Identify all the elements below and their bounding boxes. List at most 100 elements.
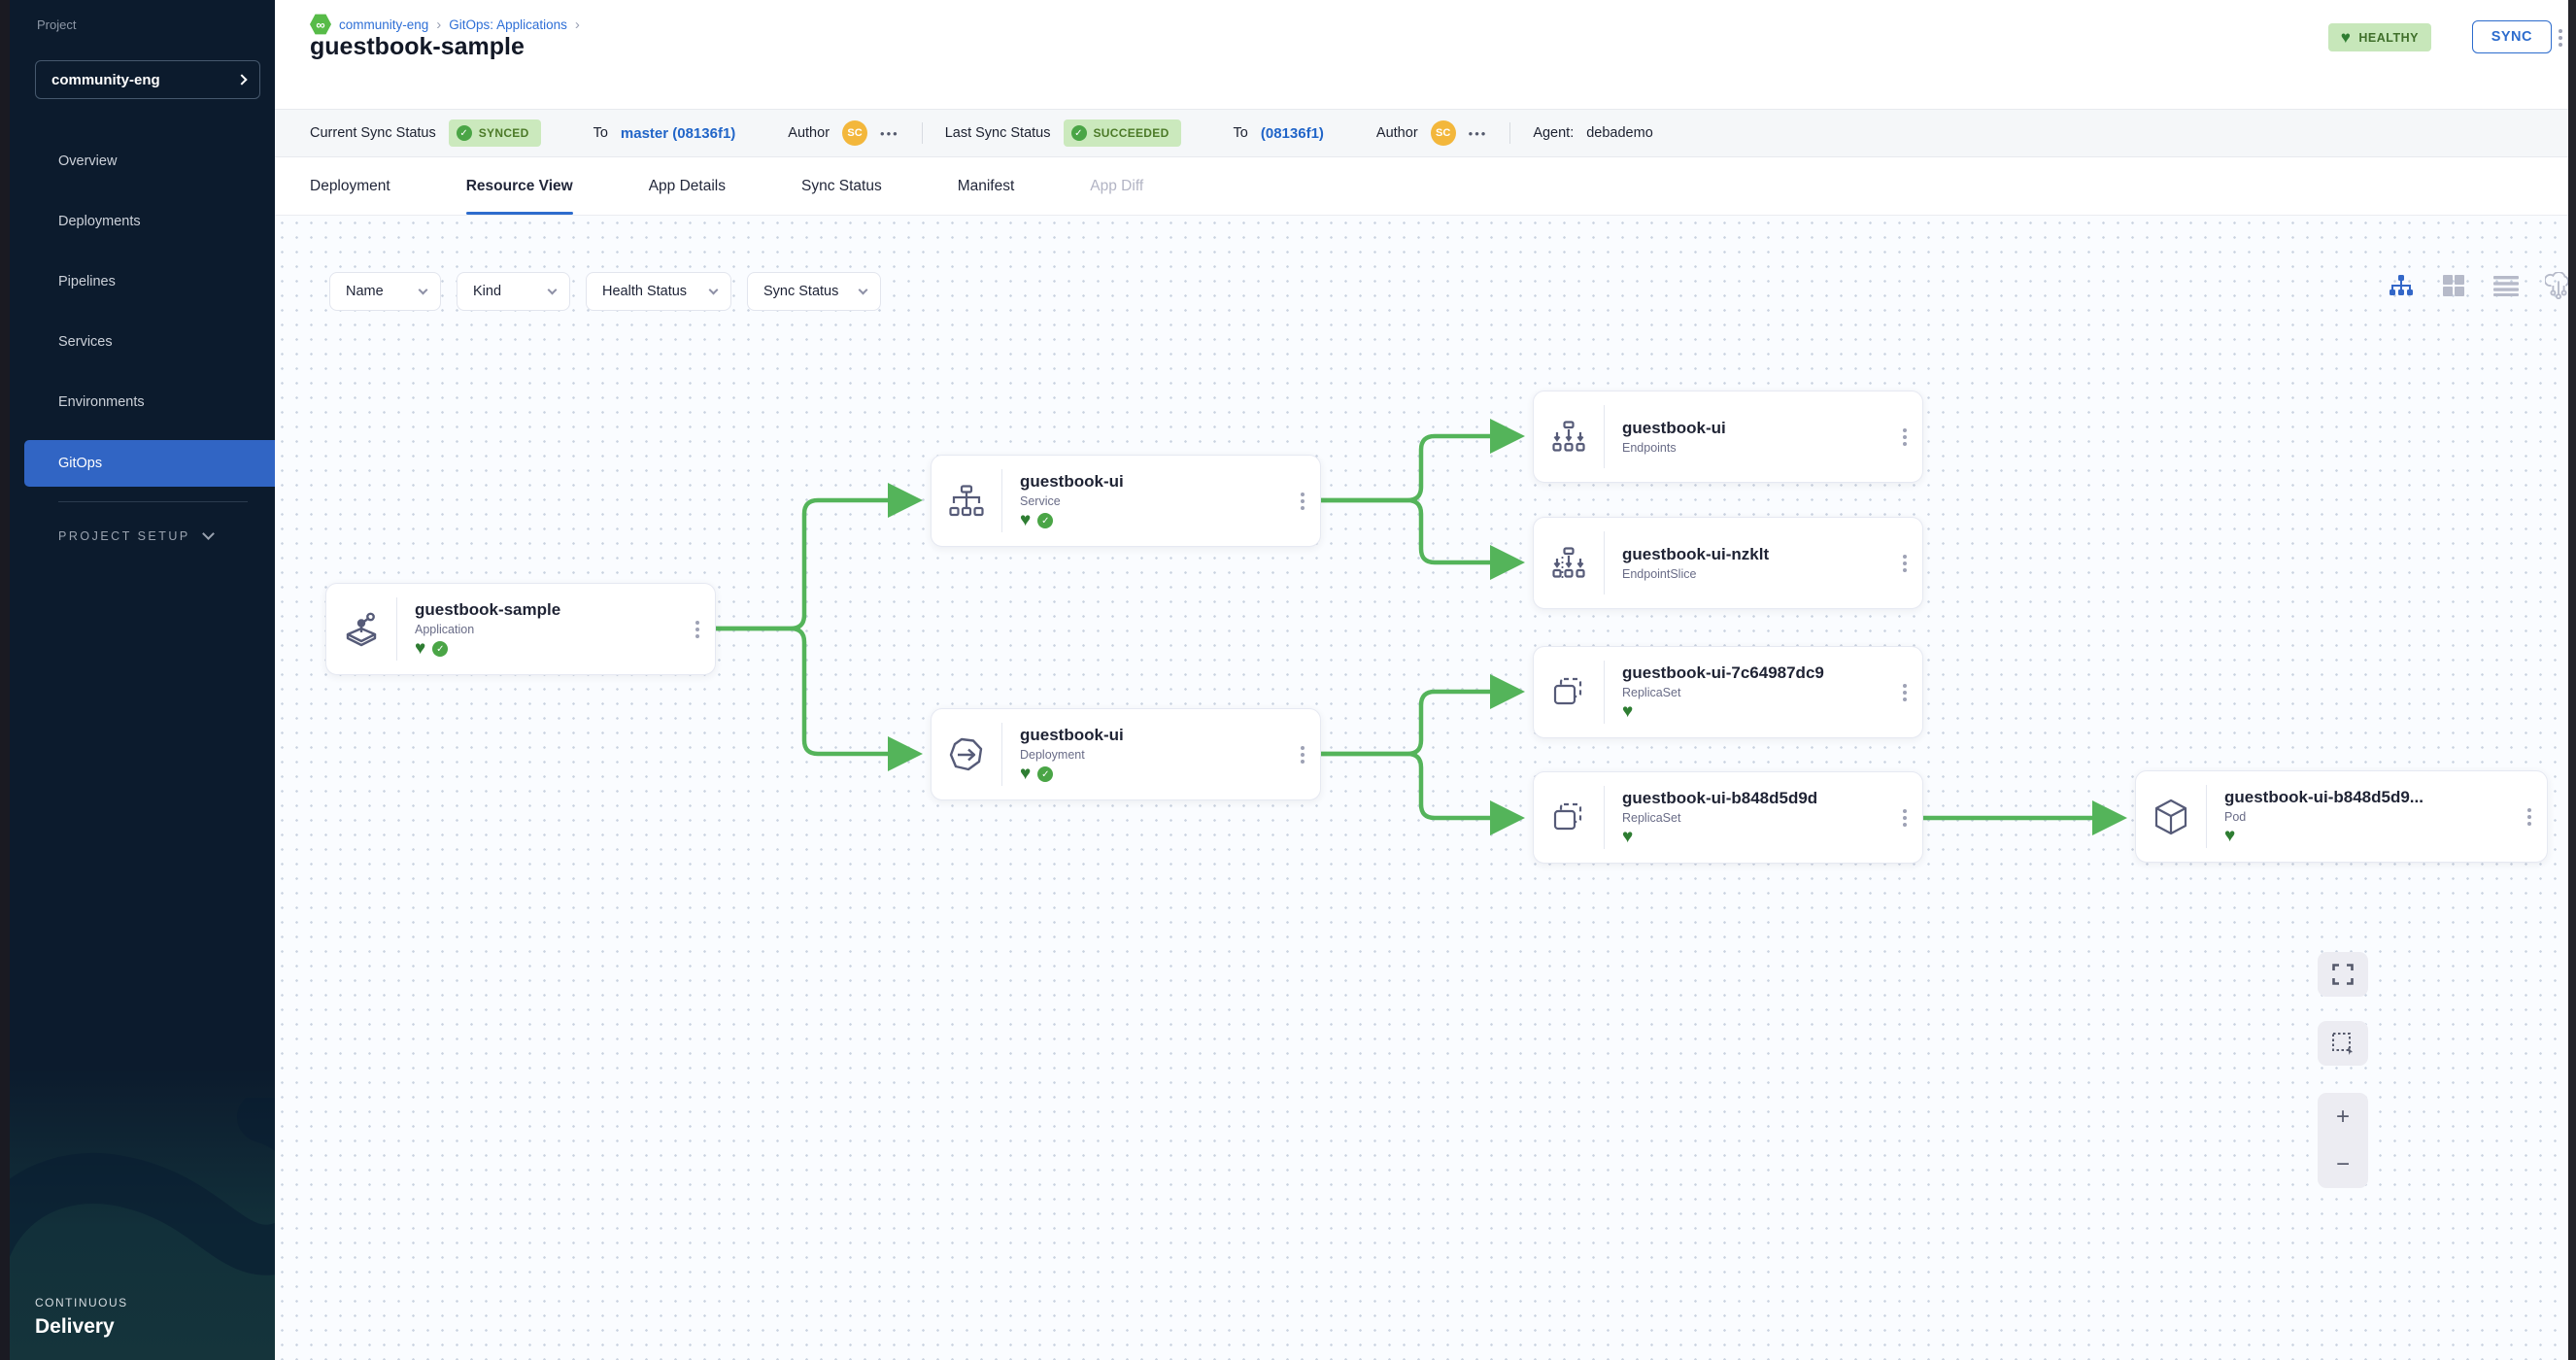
selection-mode-button[interactable] [2318, 1021, 2368, 1066]
app-menu-kebab-icon[interactable] [2555, 25, 2566, 51]
node-application-guestbook-sample[interactable]: guestbook-sample Application ♥✓ [325, 583, 716, 675]
node-menu-kebab-icon[interactable] [1297, 742, 1308, 767]
sidebar-item-gitops[interactable]: GitOps [24, 440, 275, 487]
sidebar-item-deployments[interactable]: Deployments [10, 191, 275, 252]
node-pod-guestbook-ui-b848d5d9[interactable]: guestbook-ui-b848d5d9... Pod ♥ [2135, 770, 2548, 863]
zoom-out-button[interactable]: − [2336, 1153, 2350, 1176]
node-deployment-guestbook-ui[interactable]: guestbook-ui Deployment ♥ ✓ [931, 708, 1321, 800]
grid-view-icon[interactable] [2440, 272, 2467, 299]
node-kind: ReplicaSet [1622, 811, 1817, 825]
scrollbar[interactable] [2568, 0, 2576, 1360]
filter-health-status-dropdown[interactable]: Health Status [586, 272, 731, 311]
node-kind: Service [1020, 494, 1124, 508]
node-endpointslice-guestbook-ui-nzklt[interactable]: guestbook-ui-nzklt EndpointSlice [1533, 517, 1923, 609]
current-revision-link[interactable]: master (08136f1) [621, 125, 735, 142]
chevron-down-icon [709, 286, 719, 295]
fullscreen-button[interactable] [2318, 952, 2368, 997]
project-label: Project [37, 17, 76, 32]
node-kind: Pod [2224, 810, 2423, 824]
tree-view-icon[interactable] [2388, 272, 2415, 299]
chevron-down-icon [859, 286, 868, 295]
module-footer: CONTINUOUS Delivery [10, 1069, 275, 1360]
project-setup-toggle[interactable]: PROJECT SETUP [58, 529, 213, 543]
module-name: Delivery [35, 1315, 115, 1339]
tab-resource-view[interactable]: Resource View [466, 157, 573, 215]
filter-kind-dropdown[interactable]: Kind [457, 272, 570, 311]
list-view-icon[interactable] [2492, 272, 2520, 299]
node-name: guestbook-ui [1020, 726, 1124, 745]
healthy-heart-icon: ♥ [1020, 767, 1031, 781]
zoom-in-button[interactable]: + [2336, 1105, 2350, 1129]
tab-deployment[interactable]: Deployment [310, 157, 390, 215]
project-selector[interactable]: community-eng [35, 60, 260, 99]
healthy-heart-icon: ♥ [1020, 514, 1031, 527]
application-icon [326, 612, 396, 647]
author-avatar[interactable]: SC [842, 120, 867, 146]
resource-tree-canvas[interactable]: Name Kind Health Status Sync Status [275, 216, 2568, 1360]
last-sync-label: Last Sync Status [945, 125, 1051, 141]
sidebar-nav: Overview Deployments Pipelines Services … [10, 131, 275, 494]
fullscreen-icon [2332, 964, 2354, 985]
node-menu-kebab-icon[interactable] [1899, 680, 1911, 705]
sidebar-item-overview[interactable]: Overview [10, 131, 275, 191]
divider [922, 122, 923, 144]
sidebar-item-environments[interactable]: Environments [10, 372, 275, 432]
view-toggle-group [2388, 272, 2568, 299]
node-kind: Application [415, 623, 560, 636]
endpoints-icon [1534, 421, 1604, 454]
gitops-infinity-icon: ∞ [310, 14, 331, 35]
filter-sync-status-dropdown[interactable]: Sync Status [747, 272, 881, 311]
tab-app-details[interactable]: App Details [649, 157, 726, 215]
author-label: Author [788, 125, 830, 141]
agent-label: Agent: [1533, 125, 1574, 141]
breadcrumb: ∞ community-eng › GitOps: Applications › [310, 14, 580, 35]
sidebar-item-pipelines[interactable]: Pipelines [10, 252, 275, 312]
node-endpoints-guestbook-ui[interactable]: guestbook-ui Endpoints [1533, 391, 1923, 483]
healthy-heart-icon: ♥ [1622, 705, 1633, 719]
marquee-select-icon [2331, 1032, 2355, 1055]
to-label: To [593, 125, 608, 141]
last-revision-link[interactable]: (08136f1) [1261, 125, 1324, 142]
divider [1509, 122, 1510, 144]
node-replicaset-guestbook-ui-b848d5d9d[interactable]: guestbook-ui-b848d5d9d ReplicaSet ♥ [1533, 771, 1923, 864]
deployment-icon [932, 736, 1001, 773]
sync-button[interactable]: SYNC [2472, 20, 2552, 53]
service-icon [932, 485, 1001, 518]
node-menu-kebab-icon[interactable] [1297, 489, 1308, 514]
sidebar-item-services[interactable]: Services [10, 312, 275, 372]
succeeded-badge: ✓ SUCCEEDED [1064, 119, 1181, 147]
tab-sync-status[interactable]: Sync Status [801, 157, 882, 215]
commit-menu-icon[interactable]: ••• [880, 126, 899, 141]
node-kind: Deployment [1020, 748, 1124, 762]
node-name: guestbook-ui-7c64987dc9 [1622, 663, 1824, 683]
current-sync-label: Current Sync Status [310, 125, 436, 141]
tab-manifest[interactable]: Manifest [958, 157, 1015, 215]
synced-check-icon: ✓ [1037, 766, 1053, 782]
main-content: ∞ community-eng › GitOps: Applications ›… [275, 0, 2568, 1360]
node-menu-kebab-icon[interactable] [2524, 804, 2535, 830]
node-service-guestbook-ui[interactable]: guestbook-ui Service ♥✓ [931, 455, 1321, 547]
node-menu-kebab-icon[interactable] [1899, 551, 1911, 576]
synced-badge: ✓ SYNCED [449, 119, 541, 147]
node-menu-kebab-icon[interactable] [1899, 425, 1911, 450]
node-menu-kebab-icon[interactable] [1899, 805, 1911, 831]
breadcrumb-section-link[interactable]: GitOps: Applications [449, 17, 567, 32]
breadcrumb-project-link[interactable]: community-eng [339, 17, 428, 32]
synced-check-icon: ✓ [1037, 513, 1053, 528]
node-name: guestbook-ui-nzklt [1622, 545, 1769, 564]
sidebar: Project community-eng Overview Deploymen… [10, 0, 275, 1360]
node-menu-kebab-icon[interactable] [692, 617, 703, 642]
cluster-view-icon[interactable] [2545, 272, 2568, 299]
commit-menu-icon[interactable]: ••• [1469, 126, 1488, 141]
author-avatar[interactable]: SC [1431, 120, 1456, 146]
breadcrumb-separator: › [436, 17, 441, 33]
tab-bar: Deployment Resource View App Details Syn… [275, 157, 2568, 216]
node-replicaset-guestbook-ui-7c64987dc9[interactable]: guestbook-ui-7c64987dc9 ReplicaSet ♥ [1533, 646, 1923, 738]
tab-app-diff: App Diff [1090, 157, 1143, 215]
module-eyebrow: CONTINUOUS [35, 1296, 128, 1309]
endpointslice-icon [1534, 547, 1604, 580]
window-edge [0, 0, 10, 1360]
to-label: To [1234, 125, 1248, 141]
filter-name-dropdown[interactable]: Name [329, 272, 441, 311]
chevron-down-icon [548, 286, 558, 295]
